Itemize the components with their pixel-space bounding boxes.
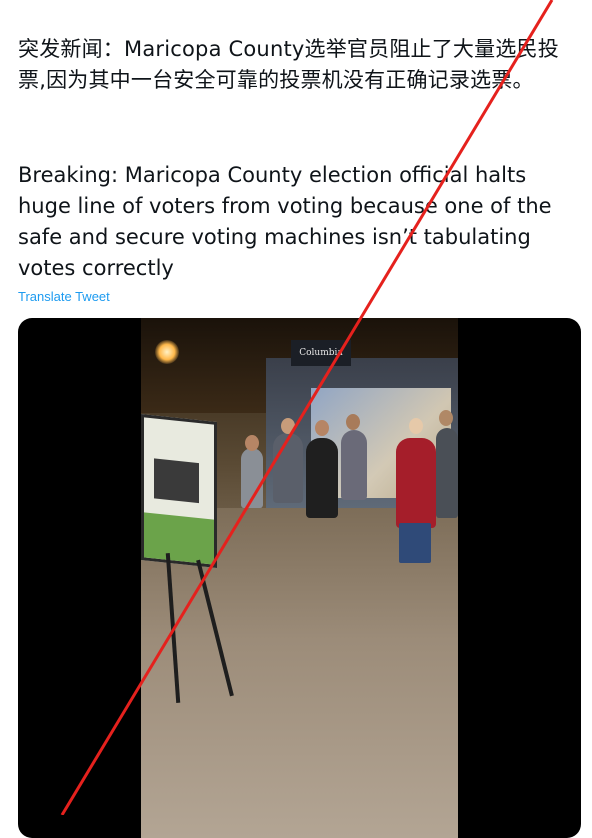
- translate-tweet-link[interactable]: Translate Tweet: [18, 288, 110, 305]
- video-person: [273, 433, 303, 503]
- tweet-text-chinese: 突发新闻：Maricopa County选举官员阻止了大量选民投票,因为其中一台…: [18, 37, 559, 92]
- video-person: [396, 438, 436, 528]
- video-store-sign: Columbia: [291, 340, 351, 366]
- video-person-head: [245, 435, 259, 451]
- video-person-head: [281, 418, 295, 434]
- tweet-text-english: Breaking: Maricopa County election offic…: [18, 163, 552, 280]
- video-person-head: [346, 414, 360, 430]
- video-person: [306, 438, 338, 518]
- video-frame[interactable]: Columbia: [141, 318, 458, 838]
- video-person-head: [315, 420, 329, 436]
- video-sign-green-panel: [144, 512, 214, 565]
- video-person-head: [409, 418, 423, 434]
- video-sign-board: [141, 414, 217, 568]
- video-person: [241, 448, 263, 508]
- video-person-head: [439, 410, 453, 426]
- video-sign-dark-panel: [154, 458, 199, 504]
- video-person: [436, 428, 458, 518]
- video-lamp: [155, 340, 179, 364]
- video-player[interactable]: Columbia: [18, 318, 581, 838]
- video-person: [341, 430, 367, 500]
- video-person-legs: [399, 523, 431, 563]
